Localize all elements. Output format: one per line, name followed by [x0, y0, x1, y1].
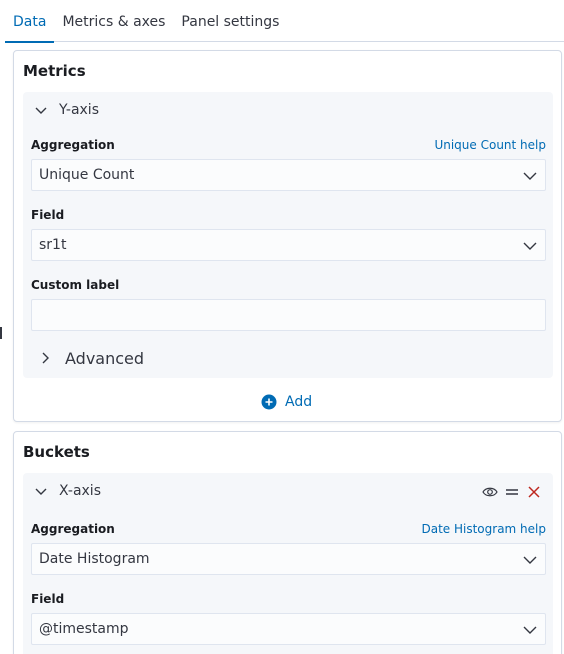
field-select[interactable]: @timestamp — [31, 613, 546, 645]
chevron-down-icon — [35, 488, 47, 495]
add-label: Add — [285, 394, 313, 410]
eye-icon[interactable] — [482, 484, 498, 500]
advanced-toggle[interactable]: Advanced — [37, 347, 144, 369]
metrics-panel: Metrics Y-axis Aggregation Unique Count … — [13, 50, 562, 422]
x-axis-toggle[interactable]: X-axis — [33, 473, 101, 509]
chevron-down-icon — [523, 556, 537, 564]
x-axis-section: X-axis Aggregation Date Histogram help D… — [23, 473, 553, 654]
plus-in-circle-icon — [261, 394, 277, 410]
field-select[interactable]: sr1t — [31, 229, 546, 261]
field-value: @timestamp — [39, 621, 129, 637]
chevron-right-icon — [42, 352, 49, 364]
aggregation-value: Date Histogram — [39, 551, 150, 567]
cross-remove-icon[interactable] — [526, 484, 542, 500]
x-axis-actions — [482, 484, 542, 500]
chevron-down-icon — [35, 107, 47, 114]
field-label: Field — [31, 592, 65, 606]
unique-count-help-link[interactable]: Unique Count help — [434, 138, 546, 152]
y-axis-label: Y-axis — [59, 102, 99, 118]
drag-handle-icon[interactable] — [504, 484, 520, 500]
custom-label-label: Custom label — [31, 278, 120, 292]
custom-label-input[interactable] — [31, 299, 546, 331]
chevron-down-icon — [523, 242, 537, 250]
aggregation-label: Aggregation — [31, 138, 115, 152]
field-value: sr1t — [39, 237, 67, 253]
resize-handle[interactable] — [0, 327, 2, 339]
chevron-down-icon — [523, 172, 537, 180]
date-histogram-help-link[interactable]: Date Histogram help — [422, 522, 547, 536]
y-axis-toggle[interactable]: Y-axis — [33, 92, 99, 128]
tab-metrics-axes[interactable]: Metrics & axes — [54, 0, 173, 42]
aggregation-label: Aggregation — [31, 522, 115, 536]
buckets-title: Buckets — [23, 443, 90, 461]
x-axis-label: X-axis — [59, 483, 101, 499]
field-label: Field — [31, 208, 65, 222]
tab-data[interactable]: Data — [5, 0, 55, 43]
chevron-down-icon — [523, 626, 537, 634]
add-metric-button[interactable]: Add — [261, 392, 312, 412]
buckets-panel: Buckets X-axis Aggregation Date Histogra… — [13, 431, 562, 654]
tab-panel-settings[interactable]: Panel settings — [173, 0, 287, 42]
y-axis-section: Y-axis Aggregation Unique Count help Uni… — [23, 92, 553, 378]
aggregation-select[interactable]: Unique Count — [31, 159, 546, 191]
aggregation-select[interactable]: Date Histogram — [31, 543, 546, 575]
editor-tabs: Data Metrics & axes Panel settings — [5, 0, 564, 43]
aggregation-value: Unique Count — [39, 167, 135, 183]
metrics-title: Metrics — [23, 62, 86, 80]
advanced-label: Advanced — [65, 348, 145, 368]
